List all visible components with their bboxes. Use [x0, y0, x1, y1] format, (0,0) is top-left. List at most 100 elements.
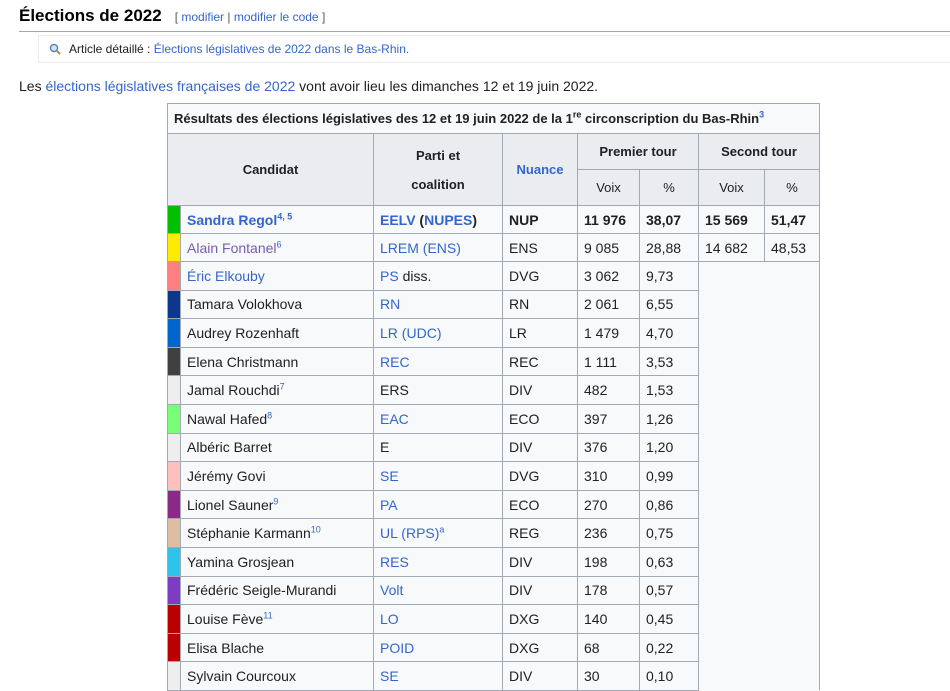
candidate-name[interactable]: Sandra Regol	[187, 212, 277, 228]
pct-round1: 1,53	[639, 375, 699, 405]
reference-link[interactable]: 6	[277, 239, 282, 249]
elections-link[interactable]: élections législatives françaises de 202…	[45, 78, 295, 94]
candidate-name: Audrey Rozenhaft	[187, 324, 300, 341]
coalition-link[interactable]: RPS	[406, 525, 435, 541]
party-color-swatch	[167, 432, 181, 463]
reference-link[interactable]: 11	[263, 610, 272, 620]
party-link[interactable]: RN	[380, 296, 400, 312]
party-color-swatch	[167, 604, 181, 634]
votes-round1: 310	[577, 461, 640, 491]
party-color-swatch	[167, 289, 181, 320]
party-link[interactable]: Volt	[380, 582, 403, 598]
table-row: Éric Elkouby PS diss. DVG 3 062 9,73	[167, 261, 820, 691]
candidate-name[interactable]: Éric Elkouby	[187, 268, 265, 284]
party-color-swatch	[167, 233, 181, 262]
nuance-cell: DVG	[502, 261, 578, 291]
votes-round2: 14 682	[698, 233, 765, 262]
candidate-cell: Jérémy Govi	[180, 461, 374, 491]
votes-round1: 9 085	[577, 233, 640, 262]
votes-round1: 2 061	[577, 289, 640, 320]
nuance-cell: RN	[502, 289, 578, 320]
reference-link[interactable]: 10	[311, 524, 321, 534]
nuance-link[interactable]: Nuance	[517, 162, 564, 177]
nuance-cell: LR	[502, 318, 578, 348]
candidate-name: Yamina Grosjean	[187, 553, 295, 570]
party-cell: LREM (ENS)	[373, 233, 503, 262]
candidate-name[interactable]: Alain Fontanel	[187, 240, 277, 256]
party-link[interactable]: REC	[380, 354, 410, 370]
party-link[interactable]: LO	[380, 611, 399, 627]
reference-link[interactable]: 7	[280, 382, 285, 392]
results-table: Résultats des élections législatives des…	[167, 103, 820, 691]
party-cell: LO	[373, 604, 503, 634]
party-link[interactable]: RES	[380, 554, 409, 570]
party-link[interactable]: UL	[380, 525, 397, 541]
section-title: Élections de 2022	[19, 6, 162, 25]
candidate-name: Frédéric Seigle-Murandi	[187, 582, 337, 599]
edit-section-links: [ modifier | modifier le code ]	[174, 10, 326, 24]
party-cell: RN	[373, 289, 503, 320]
party-color-swatch	[167, 461, 181, 491]
title-reference[interactable]: 3	[759, 110, 764, 120]
party-link[interactable]: LREM	[380, 240, 419, 256]
hatnote-prefix: Article détaillé :	[69, 42, 151, 56]
pct-round2: 51,47	[764, 205, 820, 234]
party-link[interactable]: LR	[380, 325, 398, 341]
table-row: Sandra Regol4, 5 EELV (NUPES) NUP 11 976 38,…	[167, 205, 820, 234]
party-cell: UL (RPS)a	[373, 518, 503, 548]
coalition-link[interactable]: NUPES	[424, 212, 472, 228]
nuance-cell: DIV	[502, 375, 578, 405]
pct-round1: 0,45	[639, 604, 699, 634]
party-cell: EAC	[373, 403, 503, 434]
votes-round1: 1 111	[577, 346, 640, 377]
party-color-swatch	[167, 403, 181, 434]
nuance-cell: DIV	[502, 432, 578, 463]
party-color-swatch	[167, 346, 181, 377]
party-cell: PS diss.	[373, 261, 503, 291]
header-pct-1: %	[639, 169, 699, 206]
edit-link[interactable]: modifier	[181, 10, 224, 24]
nuance-cell: ENS	[502, 233, 578, 262]
candidate-cell: Nawal Hafed8	[180, 403, 374, 434]
candidate-cell: Albéric Barret	[180, 432, 374, 463]
party-cell: REC	[373, 346, 503, 377]
party-cell: LR (UDC)	[373, 318, 503, 348]
votes-round1: 1 479	[577, 318, 640, 348]
candidate-name: Stéphanie Karmann	[187, 525, 311, 542]
party-link[interactable]: PS	[380, 268, 399, 284]
party-color-swatch	[167, 575, 181, 606]
reference-link[interactable]: 4, 5	[277, 211, 292, 221]
votes-round1: 397	[577, 403, 640, 434]
reference-link[interactable]: 8	[267, 410, 272, 420]
edit-source-link[interactable]: modifier le code	[234, 10, 319, 24]
header-voix-1: Voix	[577, 169, 640, 206]
header-parti: Parti et coalition	[373, 133, 503, 206]
party-link[interactable]: EAC	[380, 411, 409, 427]
pct-round1: 0,57	[639, 575, 699, 606]
reference-link[interactable]: 9	[273, 496, 278, 506]
candidate-name: Nawal Hafed	[187, 410, 268, 427]
party-name: E	[380, 439, 390, 456]
detailed-article-link[interactable]: Élections législatives de 2022 dans le B…	[154, 42, 409, 56]
votes-round1: 68	[577, 632, 640, 663]
party-link[interactable]: SE	[380, 468, 399, 484]
pct-round1: 1,20	[639, 432, 699, 463]
pct-round1: 28,88	[639, 233, 699, 262]
nuance-cell: DVG	[502, 461, 578, 491]
candidate-cell: Jamal Rouchdi7	[180, 375, 374, 405]
votes-round1: 482	[577, 375, 640, 405]
candidate-name: Elisa Blache	[187, 639, 265, 656]
candidate-cell: Sandra Regol4, 5	[180, 205, 374, 234]
party-link[interactable]: SE	[380, 668, 399, 684]
party-link[interactable]: POID	[380, 640, 414, 656]
coalition-link[interactable]: ENS	[427, 240, 456, 256]
party-color-swatch	[167, 205, 181, 234]
votes-round1: 30	[577, 661, 640, 691]
candidate-cell: Louise Fève11	[180, 604, 374, 634]
votes-round1: 3 062	[577, 261, 640, 291]
coalition-link[interactable]: UDC	[406, 325, 436, 341]
party-link[interactable]: EELV	[380, 212, 416, 228]
note-link[interactable]: a	[439, 524, 444, 534]
intro-paragraph: Les élections législatives françaises de…	[19, 78, 599, 94]
party-link[interactable]: PA	[380, 497, 398, 513]
